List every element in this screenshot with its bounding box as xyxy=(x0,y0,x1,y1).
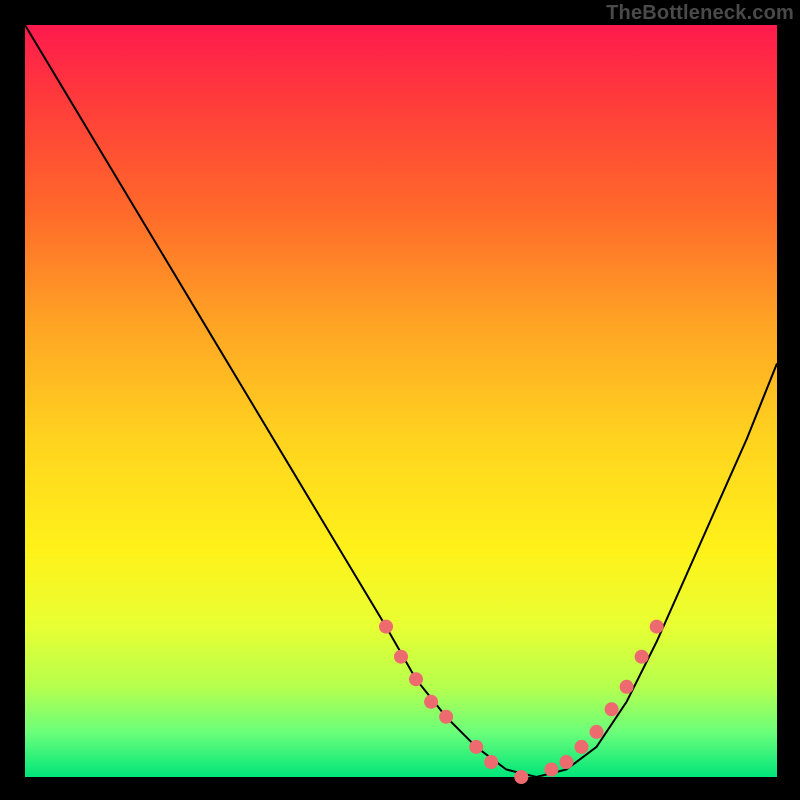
marker-dot xyxy=(484,755,498,769)
marker-dot xyxy=(394,650,408,664)
marker-dot xyxy=(409,672,423,686)
marker-dot xyxy=(635,650,649,664)
chart-svg xyxy=(25,25,777,777)
marker-dot xyxy=(514,770,528,784)
marker-dot xyxy=(650,620,664,634)
chart-frame: TheBottleneck.com xyxy=(0,0,800,800)
marker-dot xyxy=(575,740,589,754)
marker-dots xyxy=(379,620,664,784)
marker-dot xyxy=(559,755,573,769)
marker-dot xyxy=(590,725,604,739)
gradient-plot-area xyxy=(25,25,777,777)
marker-dot xyxy=(379,620,393,634)
marker-dot xyxy=(620,680,634,694)
marker-dot xyxy=(544,763,558,777)
curve-line xyxy=(25,25,777,777)
marker-dot xyxy=(424,695,438,709)
watermark-text: TheBottleneck.com xyxy=(606,2,794,25)
bottleneck-curve-path xyxy=(25,25,777,777)
marker-dot xyxy=(605,702,619,716)
marker-dot xyxy=(439,710,453,724)
marker-dot xyxy=(469,740,483,754)
